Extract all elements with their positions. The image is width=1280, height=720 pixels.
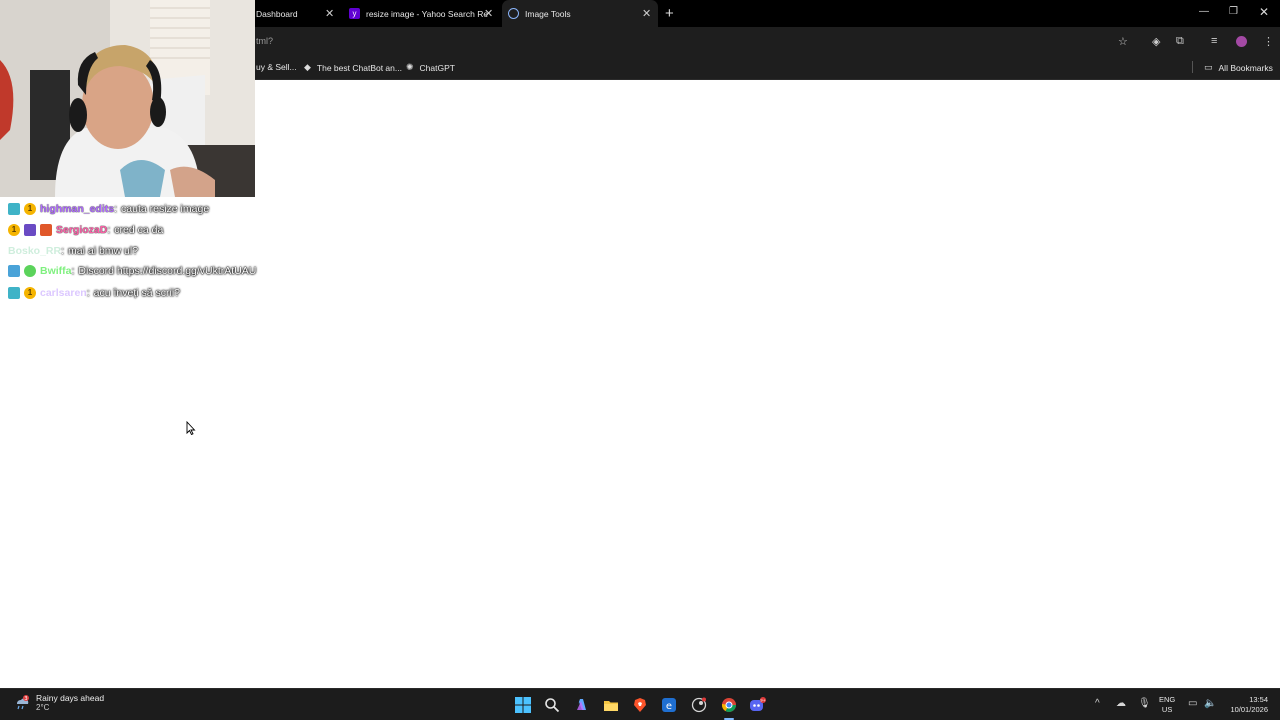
- chat-text: cauta resize image: [121, 203, 210, 215]
- chat-separator: :: [61, 245, 65, 257]
- screen: Dashboard ✕ y resize image - Yahoo Searc…: [0, 0, 1280, 720]
- chat-message: 1 carlsaren : acu înveți să scrii?: [8, 287, 180, 299]
- tab-title: Dashboard: [256, 8, 298, 19]
- verified-badge-icon: [24, 265, 36, 277]
- star-bookmark-icon[interactable]: ☆: [1118, 35, 1128, 48]
- minimize-icon[interactable]: —: [1199, 6, 1209, 17]
- bookmarks-divider: [1192, 61, 1193, 73]
- close-icon[interactable]: ✕: [484, 7, 493, 20]
- close-icon[interactable]: ✕: [642, 7, 651, 20]
- bookmark-label: ChatGPT: [419, 62, 455, 73]
- chat-username[interactable]: Bosko_RR: [8, 245, 61, 257]
- restore-icon[interactable]: ❐: [1229, 6, 1238, 17]
- new-tab-plus-icon[interactable]: +: [665, 5, 674, 22]
- chat-message: 1 SergiozaD : cred ca da: [8, 224, 163, 236]
- chat-message: Bosko_RR : mai ai bmw ul?: [8, 245, 138, 257]
- media-queue-icon[interactable]: ≡: [1211, 35, 1217, 47]
- bookmark-item[interactable]: uy & Sell...: [256, 62, 297, 72]
- weather-title: Rainy days ahead: [36, 693, 105, 703]
- all-bookmarks-button[interactable]: ▭ All Bookmarks: [1204, 62, 1273, 73]
- language-secondary: US: [1161, 705, 1173, 714]
- yahoo-favicon-icon: y: [349, 8, 360, 19]
- language-primary: ENG: [1159, 695, 1176, 704]
- svg-text:9+: 9+: [760, 698, 766, 703]
- extension-shield-icon[interactable]: ◈: [1152, 35, 1160, 48]
- window-close-icon[interactable]: ✕: [1259, 5, 1269, 19]
- chat-text: acu înveți să scrii?: [93, 287, 180, 299]
- brave-browser-icon[interactable]: [631, 696, 649, 714]
- windows-taskbar: 3 Rainy days ahead 2°C e 9+ ^ ☁ 🎙 ENG US…: [0, 688, 1280, 720]
- chat-text: Discord https://discord.gg/vUktrAtUAU: [78, 265, 257, 277]
- copilot-icon[interactable]: [572, 696, 590, 714]
- close-icon[interactable]: ✕: [325, 7, 334, 20]
- network-icon[interactable]: ▭: [1188, 698, 1197, 709]
- emote-badge-icon: [24, 224, 36, 236]
- folder-icon: ▭: [1204, 62, 1213, 72]
- chat-text: mai ai bmw ul?: [68, 245, 139, 257]
- bookmark-label: The best ChatBot an...: [316, 62, 402, 73]
- chat-username[interactable]: Bwiffa: [40, 265, 72, 277]
- language-indicator[interactable]: ENG US: [1159, 695, 1175, 715]
- chat-separator: :: [107, 224, 111, 236]
- microphone-icon[interactable]: 🎙: [1138, 698, 1151, 709]
- search-icon[interactable]: [543, 696, 561, 714]
- profile-avatar[interactable]: [1236, 36, 1247, 47]
- tab-yahoo-search[interactable]: y resize image - Yahoo Search Re ✕: [349, 0, 499, 27]
- chevron-up-icon[interactable]: ^: [1095, 698, 1100, 709]
- clock-date: 10/01/2026: [1230, 705, 1268, 714]
- svg-text:3: 3: [24, 696, 27, 702]
- bits-badge-icon: 1: [24, 287, 36, 299]
- clock-time: 13:54: [1249, 695, 1268, 704]
- rank-badge-icon: [40, 224, 52, 236]
- mouse-cursor-icon: [186, 421, 196, 435]
- all-bookmarks-label: All Bookmarks: [1218, 62, 1273, 73]
- tab-title: Image Tools: [525, 8, 571, 19]
- steam-icon[interactable]: [690, 696, 708, 714]
- bookmark-label: uy & Sell...: [256, 62, 297, 72]
- cloud-sync-icon[interactable]: ☁: [1116, 698, 1126, 709]
- chat-message: 1 highman_edits : cauta resize image: [8, 203, 209, 215]
- edge-browser-icon[interactable]: e: [660, 696, 678, 714]
- tab-dashboard[interactable]: Dashboard ✕: [256, 0, 341, 27]
- bits-badge-icon: 1: [24, 203, 36, 215]
- kebab-menu-icon[interactable]: ⋮: [1263, 35, 1274, 48]
- chat-text: cred ca da: [114, 224, 164, 236]
- puzzle-extensions-icon[interactable]: ⧉: [1176, 35, 1184, 48]
- svg-text:e: e: [666, 701, 672, 712]
- chat-separator: :: [86, 287, 90, 299]
- weather-temperature: 2°C: [36, 703, 50, 712]
- diamond-icon: ◆: [304, 62, 311, 72]
- subscriber-badge-icon: [8, 287, 20, 299]
- weather-widget[interactable]: 3 Rainy days ahead 2°C: [14, 693, 104, 713]
- rain-cloud-icon: 3: [17, 695, 29, 710]
- tab-title: resize image - Yahoo Search Re: [366, 8, 489, 19]
- chat-username[interactable]: SergiozaD: [56, 224, 107, 236]
- discord-icon[interactable]: 9+: [749, 696, 767, 714]
- system-clock[interactable]: 13:54 10/01/2026: [1226, 695, 1268, 715]
- chrome-browser-icon[interactable]: [720, 696, 738, 714]
- chatgpt-icon: ✺: [406, 62, 414, 72]
- webcam-overlay: [0, 0, 255, 197]
- volume-icon[interactable]: 🔈: [1204, 698, 1216, 709]
- chat-username[interactable]: highman_edits: [40, 203, 114, 215]
- streamer-webcam-image: [0, 0, 255, 197]
- start-windows-icon[interactable]: [514, 696, 532, 714]
- chat-separator: :: [114, 203, 118, 215]
- bits-badge-icon: 1: [8, 224, 20, 236]
- subscriber-badge-icon: [8, 265, 20, 277]
- globe-favicon-icon: [508, 8, 519, 19]
- chat-message: Bwiffa : Discord https://discord.gg/vUkt…: [8, 265, 256, 277]
- file-explorer-icon[interactable]: [602, 696, 620, 714]
- url-field[interactable]: tml?: [256, 36, 273, 46]
- tab-image-tools[interactable]: Image Tools ✕: [502, 0, 658, 27]
- chat-separator: :: [71, 265, 75, 277]
- subscriber-badge-icon: [8, 203, 20, 215]
- bookmark-item[interactable]: ◆ The best ChatBot an...: [304, 62, 402, 73]
- bookmark-item[interactable]: ✺ ChatGPT: [406, 62, 455, 73]
- chat-username[interactable]: carlsaren: [40, 287, 87, 299]
